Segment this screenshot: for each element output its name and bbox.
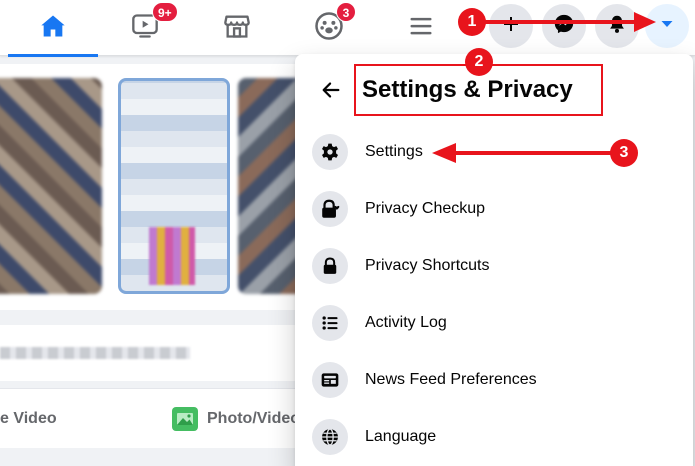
create-post-composer[interactable] (0, 325, 300, 381)
menu-item-activity-log[interactable]: Activity Log (303, 295, 685, 351)
globe-icon (312, 419, 348, 455)
home-icon (39, 12, 67, 45)
top-navigation-bar: 9+ 3 (0, 0, 695, 57)
list-icon (312, 305, 348, 341)
photo-video-button-label[interactable]: Photo/Video (207, 410, 300, 428)
feed-icon (312, 362, 348, 398)
story-card[interactable] (0, 78, 102, 294)
hamburger-icon (407, 12, 435, 45)
arrow-left-icon (320, 79, 342, 106)
menu-item-label: Privacy Shortcuts (365, 257, 490, 274)
menu-item-language[interactable]: Language (303, 409, 685, 465)
plus-icon (501, 14, 521, 39)
menu-item-label: Settings (365, 143, 423, 160)
step-1-marker: 1 (458, 8, 486, 36)
menu-item-label: News Feed Preferences (365, 371, 537, 388)
nav-tab-marketplace[interactable] (192, 0, 282, 56)
story-card[interactable] (118, 78, 230, 294)
nav-tab-menu[interactable] (376, 0, 466, 56)
messenger-button[interactable] (542, 4, 586, 48)
nav-tab-groups[interactable]: 3 (284, 0, 374, 56)
back-button[interactable] (313, 74, 349, 110)
watch-notification-badge: 9+ (152, 2, 178, 22)
photo-icon (172, 407, 198, 431)
marketplace-icon (223, 12, 251, 45)
lock-heart-icon (312, 191, 348, 227)
composer-actions-bar: e Video Photo/Video (0, 388, 300, 448)
story-thumbnail (149, 227, 195, 285)
menu-item-privacy-checkup[interactable]: Privacy Checkup (303, 181, 685, 237)
menu-item-news-feed-preferences[interactable]: News Feed Preferences (303, 352, 685, 408)
menu-item-label: Language (365, 428, 437, 445)
lock-icon (312, 248, 348, 284)
create-button[interactable] (489, 4, 533, 48)
bell-icon (606, 13, 628, 40)
menu-item-label: Privacy Checkup (365, 200, 486, 217)
menu-item-privacy-shortcuts[interactable]: Privacy Shortcuts (303, 238, 685, 294)
menu-item-label: Activity Log (365, 314, 447, 331)
step-3-marker: 3 (610, 139, 638, 167)
nav-tab-home[interactable] (8, 0, 98, 57)
live-video-button-label[interactable]: e Video (0, 410, 57, 428)
groups-notification-badge: 3 (336, 2, 356, 22)
stories-tray (0, 64, 350, 310)
account-menu-button[interactable] (645, 4, 689, 48)
blurred-prompt-text (0, 347, 190, 359)
gear-icon (312, 134, 348, 170)
messenger-icon (553, 13, 575, 40)
notifications-button[interactable] (595, 4, 639, 48)
step-2-marker: 2 (465, 48, 493, 76)
caret-down-icon (659, 16, 675, 37)
nav-tab-watch[interactable]: 9+ (100, 0, 190, 56)
